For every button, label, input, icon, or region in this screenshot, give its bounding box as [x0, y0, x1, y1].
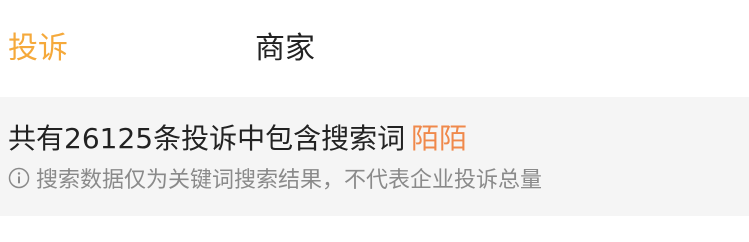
result-summary: 共有26125条投诉中包含搜索词 陌陌	[8, 119, 467, 159]
result-count-text: 共有26125条投诉中包含搜索词	[8, 122, 406, 155]
page-bottom-spacer	[0, 216, 749, 242]
tab-bar: 投诉 商家	[0, 0, 749, 97]
search-keyword: 陌陌	[411, 122, 468, 155]
search-note-text: 搜索数据仅为关键词搜索结果，不代表企业投诉总量	[36, 168, 543, 193]
tab-complaints[interactable]: 投诉	[8, 28, 68, 70]
info-icon	[8, 167, 30, 189]
search-results-page: 投诉 商家 共有26125条投诉中包含搜索词 陌陌 搜索数据仅为关键词搜索结果，不…	[0, 0, 749, 242]
search-note: 搜索数据仅为关键词搜索结果，不代表企业投诉总量	[8, 163, 542, 193]
tab-merchants[interactable]: 商家	[255, 28, 315, 70]
search-result-panel: 共有26125条投诉中包含搜索词 陌陌 搜索数据仅为关键词搜索结果，不代表企业投诉…	[0, 97, 749, 216]
